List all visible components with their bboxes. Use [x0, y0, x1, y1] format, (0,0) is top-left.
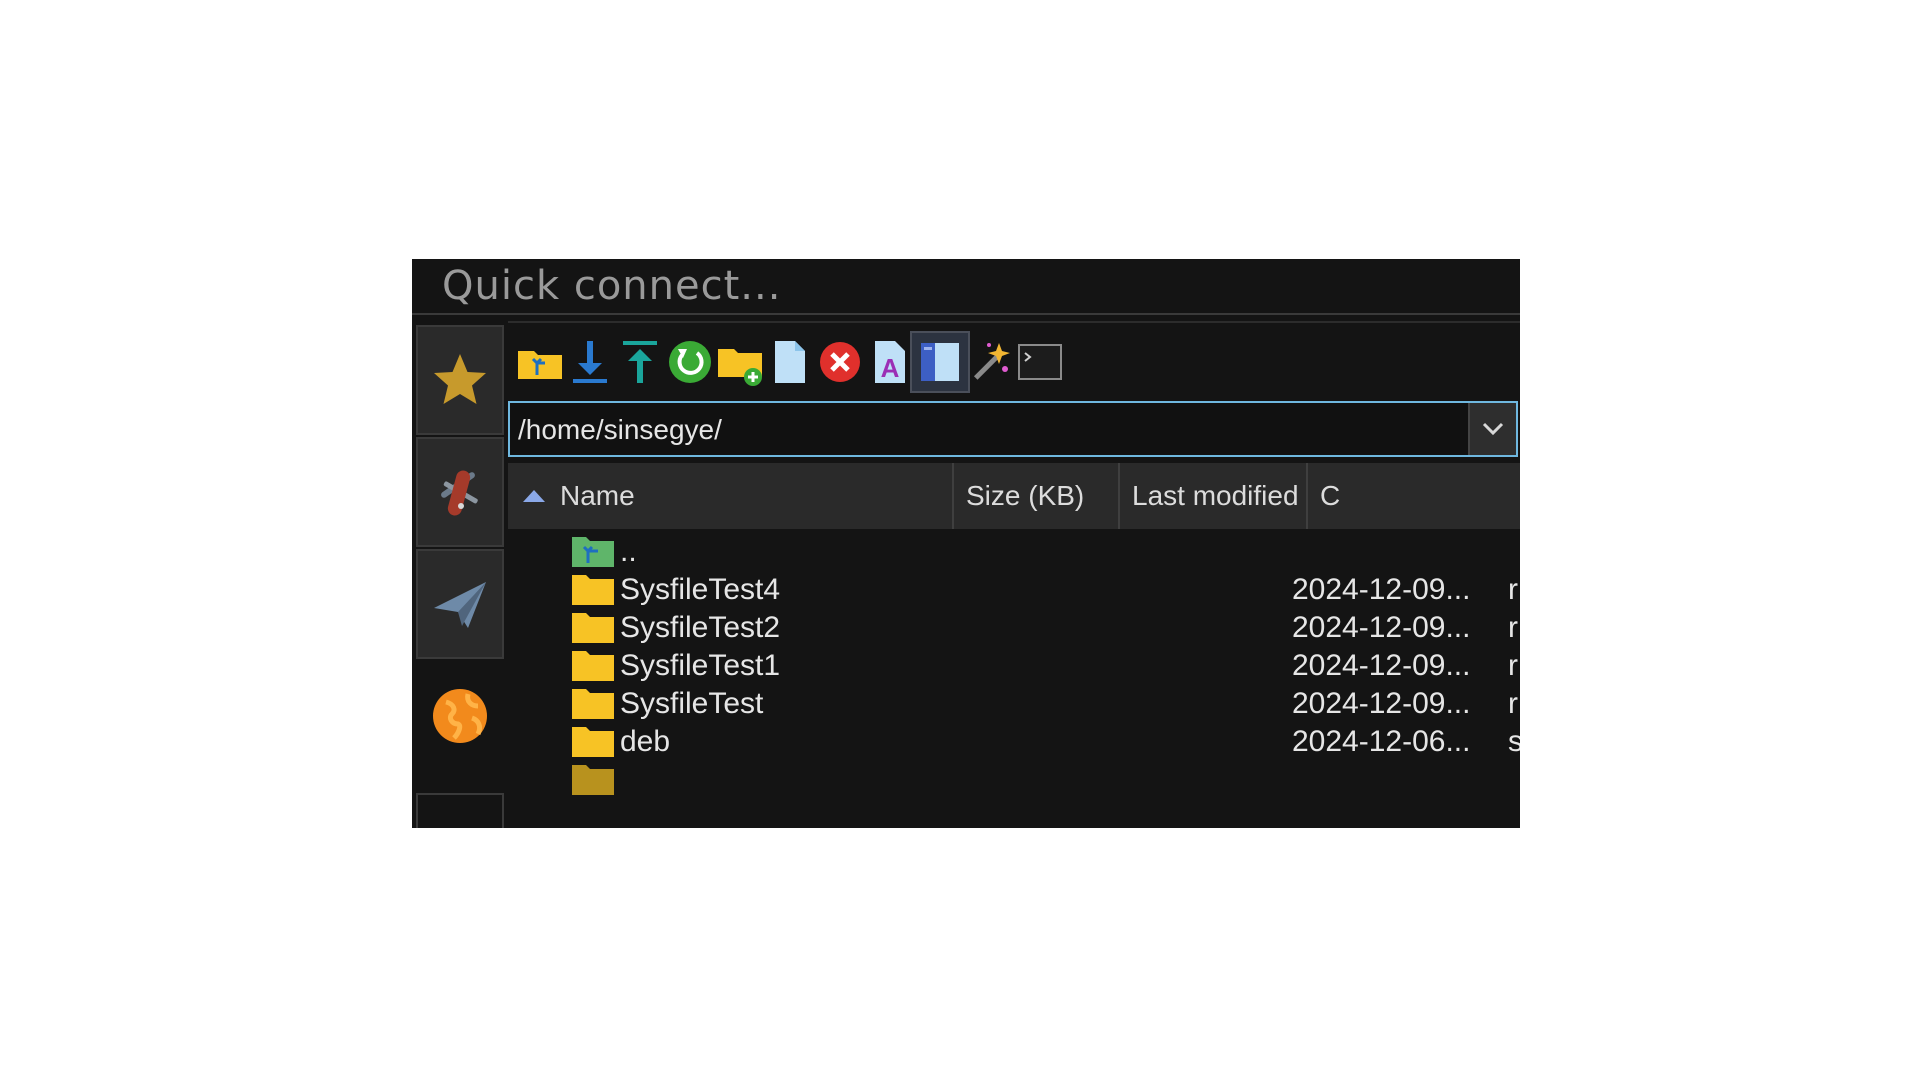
file-name: deb	[620, 725, 671, 758]
sidebar	[412, 325, 506, 828]
file-name: SysfileTest4	[620, 573, 781, 606]
quick-connect-placeholder: Quick connect...	[442, 263, 782, 309]
folder-icon	[572, 575, 614, 605]
file-name: SysfileTest2	[620, 611, 781, 644]
sidebar-item-tools[interactable]	[416, 437, 504, 547]
globe-icon	[433, 689, 487, 743]
path-dropdown-button[interactable]	[1468, 403, 1516, 455]
folder-icon	[572, 765, 614, 795]
column-name-label: Name	[560, 480, 635, 511]
delete-icon	[820, 342, 860, 382]
file-permissions: r	[1508, 687, 1518, 720]
terminal-button[interactable]	[1010, 331, 1070, 393]
folder-add-icon	[718, 349, 762, 386]
new-file-icon	[775, 341, 805, 383]
path-input[interactable]	[516, 409, 1450, 451]
file-permissions: r	[1508, 611, 1518, 644]
file-permissions: r	[1508, 649, 1518, 682]
terminal-icon	[1018, 344, 1062, 380]
panel-icon	[921, 343, 959, 381]
star-icon	[434, 354, 486, 404]
column-size-label: Size (KB)	[966, 480, 1085, 511]
sidebar-item-transfers[interactable]	[416, 549, 504, 659]
folder-icon	[572, 651, 614, 681]
column-header-name[interactable]: Name	[508, 463, 954, 529]
file-permissions: s	[1508, 725, 1520, 758]
parent-folder-icon	[572, 537, 614, 567]
column-header-permissions[interactable]: C	[1308, 463, 1520, 529]
folder-icon	[572, 689, 614, 719]
paper-plane-icon	[434, 582, 486, 628]
file-permissions: r	[1508, 573, 1518, 606]
folder-icon	[572, 613, 614, 643]
file-modified: 2024-12-09...	[1292, 687, 1471, 720]
file-list: .. SysfileTest4 2024-12-09... r SysfileT…	[508, 529, 1520, 828]
file-row-partial[interactable]	[508, 757, 1520, 803]
file-manager-window: Quick connect... A /home/sinsegye/ Name …	[412, 259, 1520, 828]
column-header-modified[interactable]: Last modified	[1120, 463, 1308, 529]
sidebar-item-favorites[interactable]	[416, 325, 504, 435]
file-modified: 2024-12-09...	[1292, 611, 1471, 644]
column-modified-label: Last modified	[1132, 480, 1299, 511]
column-permissions-label: C	[1320, 480, 1341, 511]
column-header-size[interactable]: Size (KB)	[954, 463, 1120, 529]
file-modified: 2024-12-06...	[1292, 725, 1471, 758]
folder-up-icon	[518, 351, 562, 379]
file-name: SysfileTest1	[620, 649, 781, 682]
path-bar	[508, 401, 1518, 457]
sidebar-item-more[interactable]	[416, 793, 504, 828]
refresh-icon	[669, 341, 711, 383]
file-modified: 2024-12-09...	[1292, 649, 1471, 682]
quick-connect-bar[interactable]: Quick connect...	[412, 259, 1520, 315]
file-name: SysfileTest	[620, 687, 764, 720]
file-name: ..	[620, 535, 637, 568]
file-modified: 2024-12-09...	[1292, 573, 1471, 606]
column-header-row: Name Size (KB) Last modified C	[508, 463, 1520, 529]
toolbar: A	[508, 321, 1520, 395]
chevron-down-icon	[1482, 422, 1504, 436]
sidebar-item-servers[interactable]	[416, 661, 504, 771]
svg-text:A: A	[881, 353, 900, 383]
folder-icon	[572, 727, 614, 757]
upload-icon	[623, 341, 657, 383]
rename-icon: A	[875, 341, 905, 383]
magic-wand-icon	[973, 343, 1010, 380]
download-icon	[573, 341, 607, 383]
swiss-knife-icon	[441, 470, 478, 516]
sort-ascending-icon	[523, 490, 545, 502]
